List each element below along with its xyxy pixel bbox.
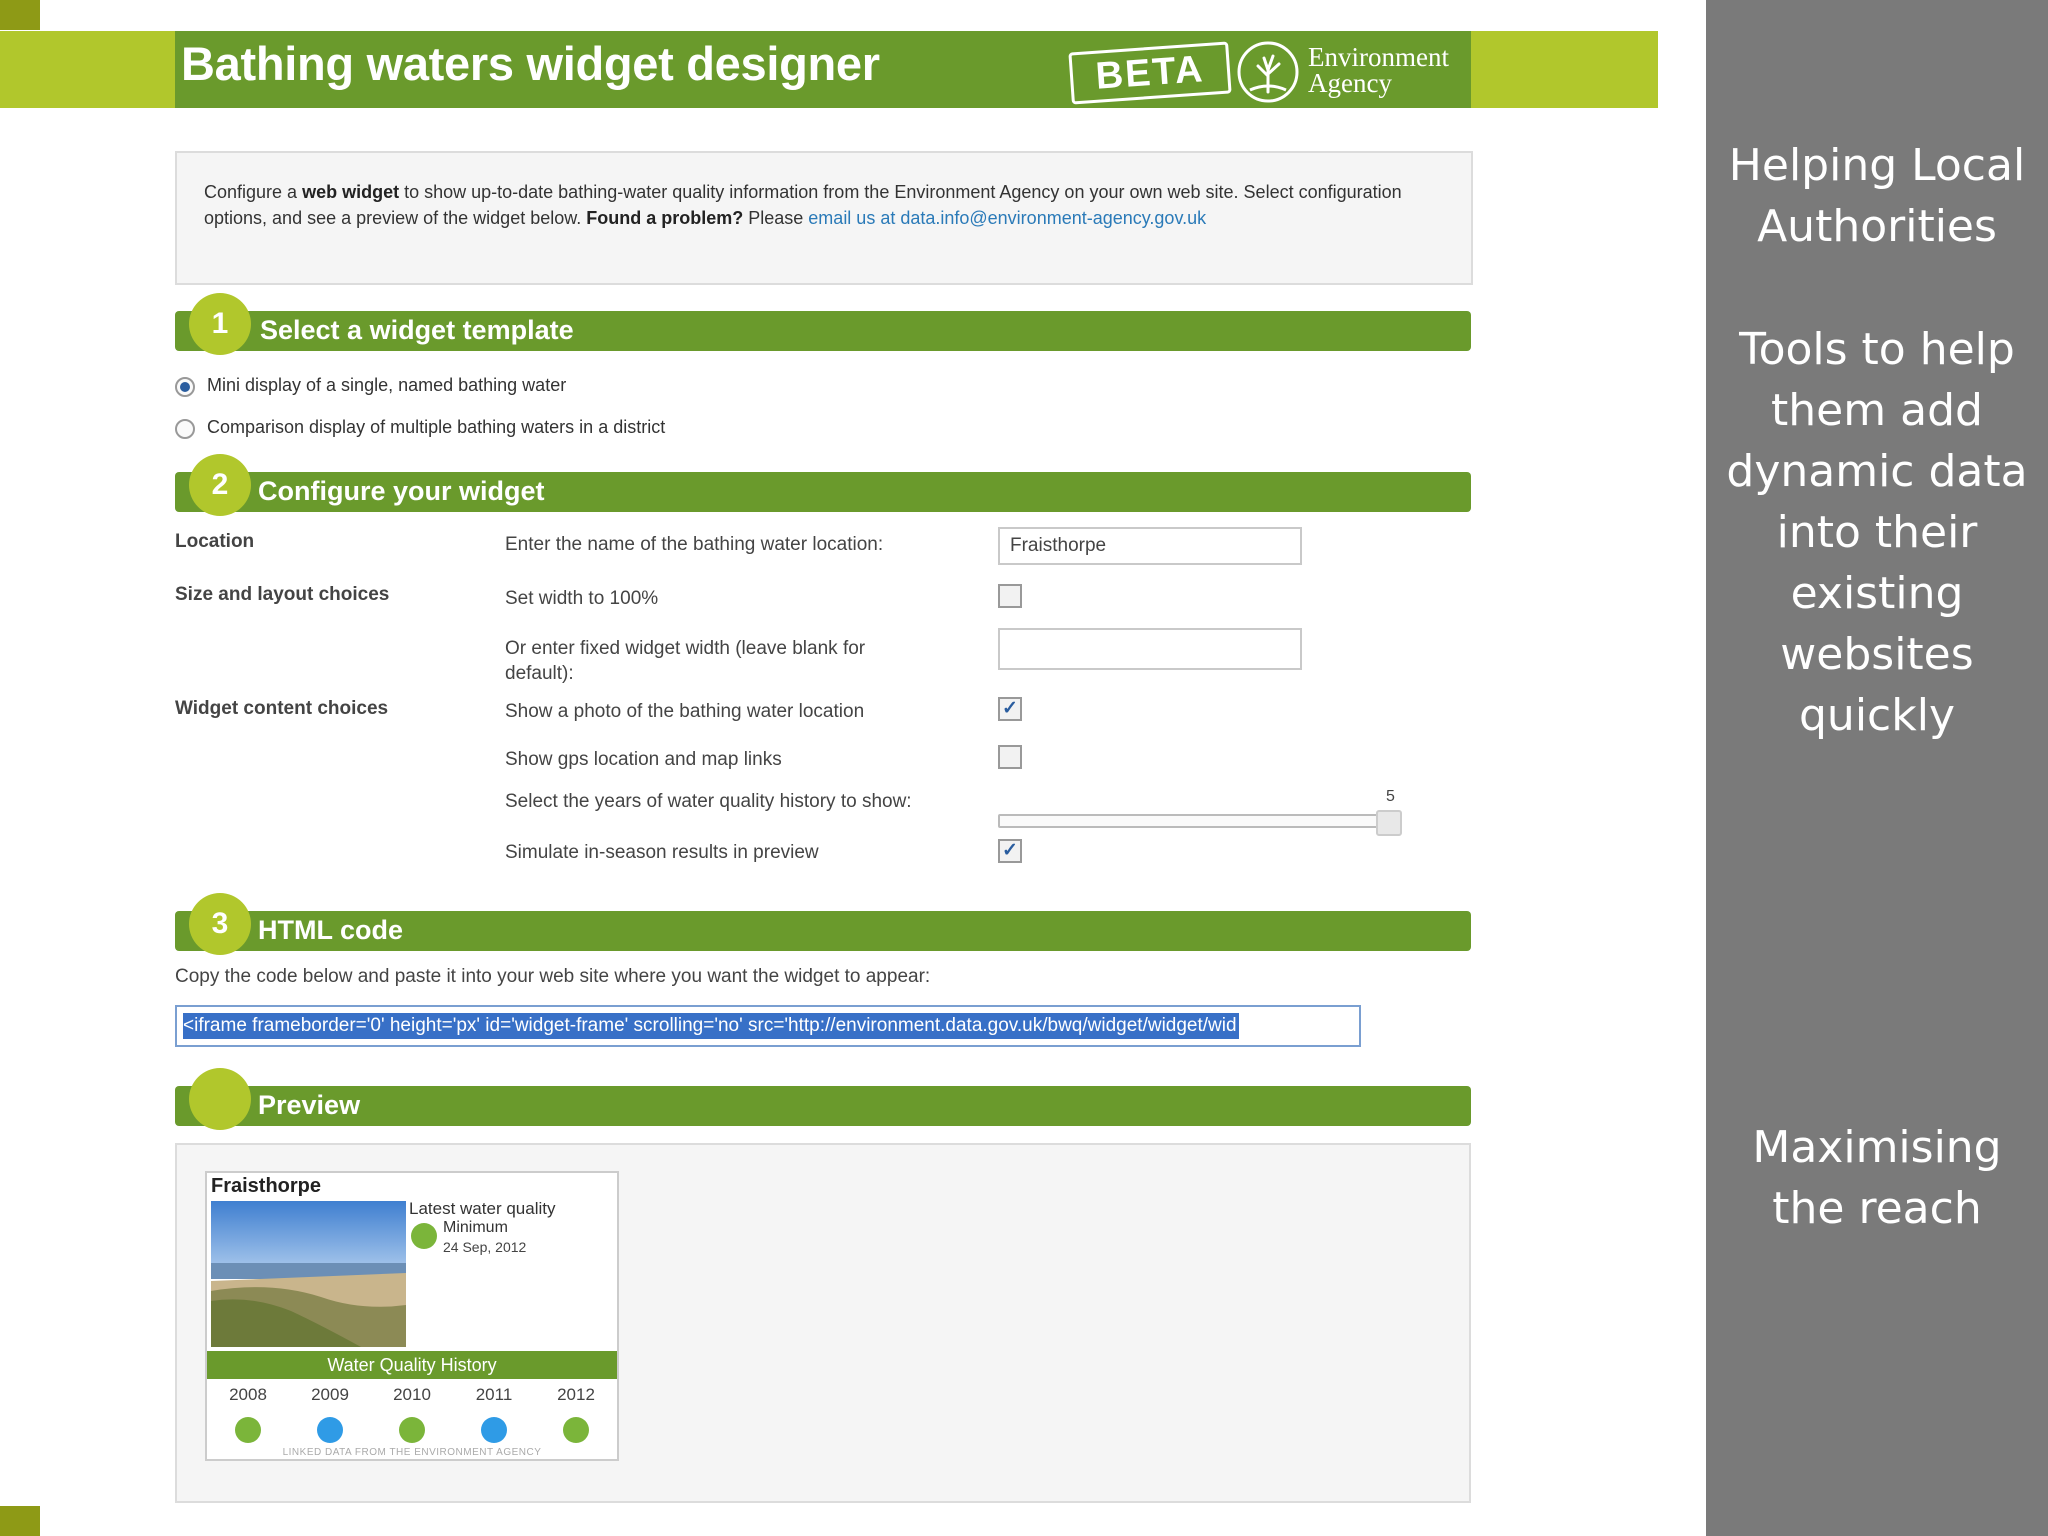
sidebar-reach-text: Maximising the reach [1706,1117,2048,1239]
section-number-badge: 3 [189,893,251,955]
org-name: Environment Agency [1308,42,1449,98]
history-year: 2010 [393,1385,431,1404]
history-dot [235,1417,261,1443]
page-title: Bathing waters widget designer [181,37,880,90]
widget-preview: Fraisthorpe Latest water quality Minimum… [205,1171,619,1461]
radio-button-selected[interactable] [175,377,195,397]
fixed-width-label: Or enter fixed widget width (leave blank… [505,638,866,684]
corner-accent-top [0,0,40,30]
sidebar-panel: Helping Local Authorities Tools to help … [1706,0,2048,1536]
simulate-checkbox[interactable]: ✓ [998,839,1022,863]
section-number-badge: 2 [189,454,251,516]
latest-quality-class: Minimum [443,1219,508,1236]
history-year: 2011 [475,1385,513,1404]
sidebar-line: into their [1776,507,1978,558]
quality-history-header: Water Quality History [207,1351,617,1379]
sidebar-heading: Helping Local Authorities [1706,135,2048,257]
history-year: 2012 [557,1385,595,1404]
intro-text-part: Please [743,208,809,228]
org-name-line2: Agency [1308,68,1392,98]
history-dot [399,1417,425,1443]
years-slider-track[interactable] [998,814,1378,828]
email-link[interactable]: email us at data.info@environment-agency… [808,208,1206,228]
widget-location-title: Fraisthorpe [211,1175,322,1197]
content-choices-heading: Widget content choices [175,698,389,719]
photo-checkbox[interactable]: ✓ [998,697,1022,721]
embed-code-text[interactable]: <iframe frameborder='0' height='px' id='… [183,1013,1239,1039]
location-input[interactable] [998,527,1302,565]
sidebar-line: Maximising [1752,1122,2002,1173]
intro-text-part: to show up-to-date bathing-water quality… [399,182,1239,202]
width-100-checkbox[interactable] [998,584,1022,608]
section-title: Select a widget template [260,315,574,345]
gps-label: Show gps location and map links [505,749,782,770]
location-heading: Location [175,531,255,552]
sidebar-line: Authorities [1757,201,1997,252]
photo-label: Show a photo of the bathing water locati… [505,701,865,722]
section-header-template: 1 Select a widget template [175,293,1471,355]
radio-button[interactable] [175,419,195,439]
years-label: Select the years of water quality histor… [505,791,912,812]
quality-status-dot [411,1223,437,1249]
latest-quality-date: 24 Sep, 2012 [443,1239,527,1255]
width-100-label: Set width to 100% [505,588,659,609]
simulate-label: Simulate in-season results in preview [505,842,819,863]
corner-accent-bottom [0,1506,40,1536]
sidebar-line: them add [1771,385,1983,436]
latest-quality-label: Latest water quality [409,1199,556,1218]
section-header-preview: Preview [175,1068,1471,1130]
beta-badge: BETA [1068,41,1232,105]
org-name-line1: Environment [1308,42,1449,72]
section-title: Configure your widget [258,476,545,506]
history-year: 2008 [229,1385,267,1404]
section-number-badge [189,1068,251,1130]
radio-label: Mini display of a single, named bathing … [207,375,567,395]
years-slider-handle[interactable] [1376,810,1402,836]
code-hint: Copy the code below and paste it into yo… [175,966,931,987]
history-dot [563,1417,589,1443]
intro-text: Configure a web widget to show up-to-dat… [204,179,1444,231]
environment-agency-logo-icon [1237,41,1299,103]
sidebar-line: Tools to help [1739,324,2015,375]
beach-photo [211,1201,406,1347]
section-title: Preview [258,1090,361,1120]
intro-text-bold: Found a problem? [586,208,744,228]
embed-code-field[interactable]: <iframe frameborder='0' height='px' id='… [175,1005,1361,1047]
radio-label: Comparison display of multiple bathing w… [207,417,666,437]
section-title: HTML code [258,915,404,945]
sidebar-line: existing [1790,568,1964,619]
intro-text-bold: web widget [302,182,400,202]
sidebar-line: Helping Local [1728,140,2026,191]
history-year: 2009 [311,1385,349,1404]
intro-text-part: Configure a [204,182,303,202]
section-header-configure: 2 Configure your widget [175,454,1471,516]
sidebar-line: dynamic data [1726,446,2028,497]
sidebar-line: the reach [1772,1183,1982,1234]
size-layout-heading: Size and layout choices [175,584,390,605]
section-header-html-code: 3 HTML code [175,893,1471,955]
fixed-width-input[interactable] [998,628,1302,670]
history-dot [481,1417,507,1443]
preview-panel: Fraisthorpe Latest water quality Minimum… [175,1143,1471,1503]
sidebar-tools-text: Tools to help them add dynamic data into… [1706,319,2048,746]
widget-footer: LINKED DATA FROM THE ENVIRONMENT AGENCY [282,1447,542,1458]
sidebar-line: websites [1780,629,1974,680]
section-number-badge: 1 [189,293,251,355]
location-prompt: Enter the name of the bathing water loca… [505,534,884,555]
sidebar-line: quickly [1799,690,1955,741]
years-slider-value: 5 [1386,788,1395,805]
gps-checkbox[interactable] [998,745,1022,769]
intro-panel: Configure a web widget to show up-to-dat… [175,151,1473,285]
history-dot [317,1417,343,1443]
